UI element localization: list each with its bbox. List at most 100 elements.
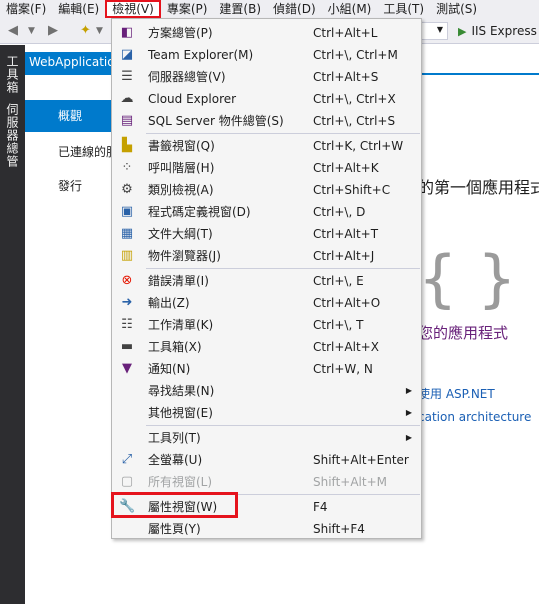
architecture-link[interactable]: cation architecture bbox=[418, 410, 531, 424]
sql-server-icon: ▤ bbox=[120, 113, 134, 128]
menu-view[interactable]: 檢視(V) bbox=[105, 0, 161, 18]
separator bbox=[146, 133, 420, 134]
task-list-icon: ☷ bbox=[121, 317, 133, 332]
full-screen-icon: ⤢ bbox=[121, 452, 133, 467]
menu-item-label: 所有視窗(L) bbox=[148, 475, 213, 489]
menu-item-shortcut: Ctrl+Alt+O bbox=[313, 296, 381, 310]
menu-item-label: 文件大綱(T) bbox=[148, 227, 213, 241]
aspnet-link[interactable]: 使用 ASP.NET bbox=[418, 385, 495, 402]
menu-item-label: 尋找結果(N) bbox=[148, 384, 215, 398]
submenu-arrow-icon: ▶ bbox=[405, 433, 412, 442]
menu-item-shortcut: Ctrl+Alt+T bbox=[313, 227, 379, 241]
menu-item-server-explorer[interactable]: ☰ 伺服器總管(V) Ctrl+Alt+S bbox=[113, 66, 422, 88]
menu-file[interactable]: 檔案(F) bbox=[0, 0, 52, 18]
separator bbox=[146, 268, 420, 269]
menu-item-full-screen[interactable]: ⤢ 全螢幕(U) Shift+Alt+Enter bbox=[113, 449, 422, 471]
server-explorer-tab[interactable]: 伺服器總管 bbox=[4, 103, 21, 168]
menu-item-cloud-explorer[interactable]: ☁ Cloud Explorer Ctrl+\, Ctrl+X bbox=[113, 88, 422, 110]
menu-item-toolbox[interactable]: ▬ 工具箱(X) Ctrl+Alt+X bbox=[113, 336, 422, 358]
menu-item-shortcut: Ctrl+Alt+K bbox=[313, 161, 379, 175]
menu-item-shortcut: Ctrl+\, D bbox=[313, 205, 366, 219]
menu-edit[interactable]: 編輯(E) bbox=[52, 0, 105, 18]
menu-item-shortcut: Ctrl+Shift+C bbox=[313, 183, 391, 197]
dropdown-arrow-icon[interactable]: ▼ bbox=[28, 23, 35, 39]
solution-explorer-icon: ◧ bbox=[120, 25, 134, 40]
highlight-box bbox=[111, 492, 238, 518]
output-icon: ➜ bbox=[121, 295, 133, 310]
menu-item-shortcut: Ctrl+W, N bbox=[313, 362, 373, 376]
menu-item-label: 工具列(T) bbox=[148, 431, 201, 445]
toolbox-tab[interactable]: 工具箱 bbox=[4, 55, 21, 94]
menu-item-label: 書籤視窗(Q) bbox=[148, 139, 215, 153]
new-item-dropdown-icon[interactable]: ▼ bbox=[96, 23, 103, 39]
menu-item-label: 輸出(Z) bbox=[148, 296, 190, 310]
menu-item-find-results[interactable]: 尋找結果(N) ▶ bbox=[113, 380, 422, 402]
menu-build[interactable]: 建置(B) bbox=[213, 0, 267, 18]
menu-item-other-windows[interactable]: 其他視窗(E) ▶ bbox=[113, 402, 422, 424]
play-icon: ▶ bbox=[458, 25, 467, 38]
new-item-icon[interactable]: ✦ bbox=[80, 23, 91, 39]
menu-item-label: 類別檢視(A) bbox=[148, 183, 214, 197]
menu-item-object-browser[interactable]: ▥ 物件瀏覽器(J) Ctrl+Alt+J bbox=[113, 245, 422, 267]
menu-item-solution-explorer[interactable]: ◧ 方案總管(P) Ctrl+Alt+L bbox=[113, 22, 422, 44]
error-list-icon: ⊗ bbox=[121, 273, 133, 288]
menu-project[interactable]: 專案(P) bbox=[161, 0, 214, 18]
menu-item-label: Team Explorer(M) bbox=[148, 48, 254, 62]
forward-icon[interactable]: ▶ bbox=[48, 23, 58, 39]
menu-item-label: 錯誤清單(I) bbox=[148, 274, 209, 288]
menu-item-shortcut: Ctrl+\, Ctrl+S bbox=[313, 114, 396, 128]
menu-item-class-view[interactable]: ⚙ 類別檢視(A) Ctrl+Shift+C bbox=[113, 179, 422, 201]
run-button[interactable]: ▶ IIS Express bbox=[458, 21, 537, 41]
menu-item-team-explorer[interactable]: ◪ Team Explorer(M) Ctrl+\, Ctrl+M bbox=[113, 44, 422, 66]
menu-item-shortcut: Ctrl+Alt+X bbox=[313, 340, 379, 354]
menu-item-shortcut: Ctrl+\, Ctrl+X bbox=[313, 92, 396, 106]
menu-item-label: 物件瀏覽器(J) bbox=[148, 249, 221, 263]
menu-item-output[interactable]: ➜ 輸出(Z) Ctrl+Alt+O bbox=[113, 292, 422, 314]
menu-test[interactable]: 測試(S) bbox=[430, 0, 483, 18]
nav-publish[interactable]: 發行 bbox=[58, 177, 82, 194]
menu-item-shortcut: Ctrl+Alt+S bbox=[313, 70, 379, 84]
menu-team[interactable]: 小組(M) bbox=[322, 0, 378, 18]
menu-item-bookmark[interactable]: ▙ 書籤視窗(Q) Ctrl+K, Ctrl+W bbox=[113, 135, 422, 157]
nav-overview[interactable]: 概觀 bbox=[25, 100, 115, 132]
menu-item-sql-server[interactable]: ▤ SQL Server 物件總管(S) Ctrl+\, Ctrl+S bbox=[113, 110, 422, 132]
menu-item-label: 程式碼定義視窗(D) bbox=[148, 205, 251, 219]
menu-item-label: 伺服器總管(V) bbox=[148, 70, 226, 84]
call-hierarchy-icon: ⁘ bbox=[121, 160, 133, 175]
view-menu-dropdown: ◧ 方案總管(P) Ctrl+Alt+L ◪ Team Explorer(M) … bbox=[111, 18, 422, 539]
menu-item-label: Cloud Explorer bbox=[148, 92, 237, 106]
class-view-icon: ⚙ bbox=[121, 182, 133, 197]
menu-item-toolbars[interactable]: 工具列(T) ▶ bbox=[113, 427, 422, 449]
page-heading: 的第一個應用程式 bbox=[418, 178, 539, 197]
cloud-icon: ☁ bbox=[120, 91, 134, 106]
all-windows-icon: ▢ bbox=[120, 474, 134, 489]
app-subtitle: 您的應用程式 bbox=[418, 324, 509, 342]
submenu-arrow-icon: ▶ bbox=[405, 408, 412, 417]
menu-tools[interactable]: 工具(T) bbox=[377, 0, 430, 18]
menu-item-label: 工作清單(K) bbox=[148, 318, 214, 332]
document-outline-icon: ▦ bbox=[120, 226, 134, 241]
menu-item-error-list[interactable]: ⊗ 錯誤清單(I) Ctrl+\, E bbox=[113, 270, 422, 292]
menu-item-label: 呼叫階層(H) bbox=[148, 161, 215, 175]
menu-item-code-definition[interactable]: ▣ 程式碼定義視窗(D) Ctrl+\, D bbox=[113, 201, 422, 223]
document-tab[interactable]: WebApplication bbox=[25, 52, 125, 73]
menu-debug[interactable]: 偵錯(D) bbox=[267, 0, 322, 18]
menu-item-shortcut: Ctrl+\, T bbox=[313, 318, 364, 332]
menu-item-shortcut: Ctrl+\, Ctrl+M bbox=[313, 48, 398, 62]
menu-item-shortcut: Ctrl+\, E bbox=[313, 274, 364, 288]
menu-item-document-outline[interactable]: ▦ 文件大綱(T) Ctrl+Alt+T bbox=[113, 223, 422, 245]
menu-item-task-list[interactable]: ☷ 工作清單(K) Ctrl+\, T bbox=[113, 314, 422, 336]
menu-item-property-pages[interactable]: 屬性頁(Y) Shift+F4 bbox=[113, 518, 422, 540]
back-icon[interactable]: ◀ bbox=[8, 23, 18, 39]
menu-item-label: SQL Server 物件總管(S) bbox=[148, 114, 284, 128]
code-definition-icon: ▣ bbox=[120, 204, 134, 219]
menu-item-label: 通知(N) bbox=[148, 362, 191, 376]
nav-connected-services[interactable]: 已連線的服 bbox=[58, 143, 118, 160]
menu-item-shortcut: Ctrl+Alt+L bbox=[313, 26, 378, 40]
run-target-label: IIS Express bbox=[471, 24, 537, 38]
menu-item-call-hierarchy[interactable]: ⁘ 呼叫階層(H) Ctrl+Alt+K bbox=[113, 157, 422, 179]
menu-item-shortcut: Shift+Alt+Enter bbox=[313, 453, 409, 467]
menu-item-notifications[interactable]: ▼ 通知(N) Ctrl+W, N bbox=[113, 358, 422, 380]
notification-icon: ▼ bbox=[122, 361, 132, 376]
bookmark-icon: ▙ bbox=[122, 138, 132, 153]
